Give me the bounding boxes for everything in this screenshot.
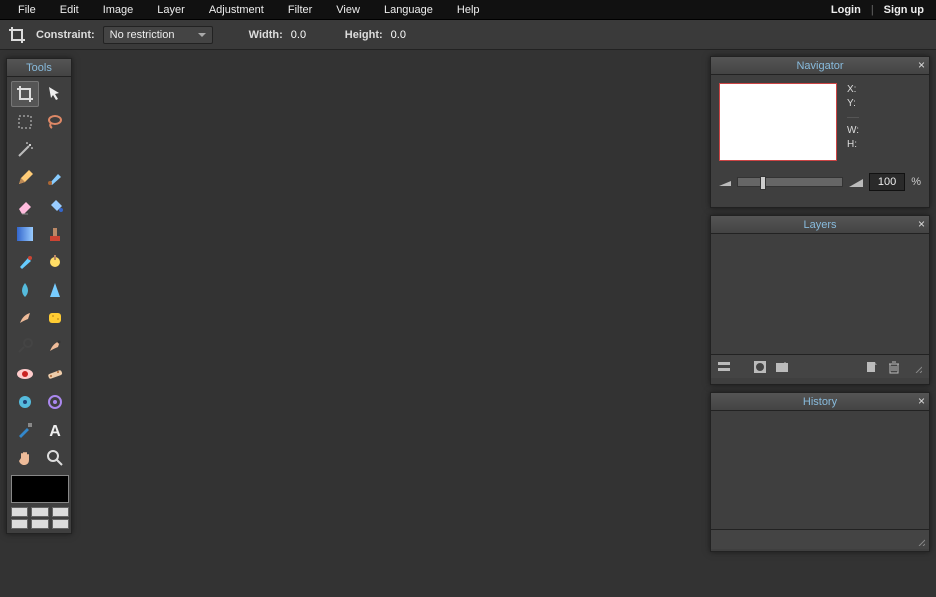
svg-text:A: A: [49, 423, 61, 438]
coord-y: Y:: [847, 97, 859, 111]
marquee-tool[interactable]: [11, 109, 39, 135]
navigator-preview[interactable]: [719, 83, 837, 161]
pencil-tool[interactable]: [11, 165, 39, 191]
wand-tool[interactable]: [11, 137, 39, 163]
swatch-row-1: [11, 507, 69, 517]
swatch[interactable]: [52, 507, 69, 517]
swatch[interactable]: [11, 507, 28, 517]
foreground-color[interactable]: [11, 475, 69, 503]
navigator-coords: X: Y: W: H:: [847, 83, 859, 161]
clone-stamp-tool[interactable]: [41, 221, 69, 247]
menu-layer[interactable]: Layer: [145, 1, 197, 19]
history-header[interactable]: History ×: [711, 393, 929, 411]
burn-tool[interactable]: [41, 333, 69, 359]
zoom-value[interactable]: 100: [869, 173, 905, 191]
layer-settings-icon[interactable]: [715, 358, 733, 376]
lasso-tool[interactable]: [41, 109, 69, 135]
drawing-tool[interactable]: [41, 249, 69, 275]
new-layer-icon[interactable]: [863, 358, 881, 376]
close-icon[interactable]: ×: [918, 218, 925, 230]
close-icon[interactable]: ×: [918, 395, 925, 407]
move-tool[interactable]: [41, 81, 69, 107]
navigator-title: Navigator: [796, 60, 843, 72]
color-replace-tool[interactable]: [11, 249, 39, 275]
blur-tool[interactable]: [11, 277, 39, 303]
layers-header[interactable]: Layers ×: [711, 216, 929, 234]
dodge-tool[interactable]: [11, 333, 39, 359]
smudge-tool[interactable]: [11, 305, 39, 331]
type-tool[interactable]: A: [41, 417, 69, 443]
history-list[interactable]: [711, 411, 929, 529]
pinch-tool[interactable]: [41, 389, 69, 415]
delete-layer-icon[interactable]: [885, 358, 903, 376]
bucket-tool[interactable]: [41, 193, 69, 219]
menu-file[interactable]: File: [6, 1, 48, 19]
layers-title: Layers: [803, 219, 836, 231]
zoom-pct: %: [911, 176, 921, 188]
width-value[interactable]: 0.0: [291, 29, 317, 41]
hand-tool[interactable]: [11, 445, 39, 471]
layers-resize-icon[interactable]: [907, 358, 925, 376]
menu-edit[interactable]: Edit: [48, 1, 91, 19]
spot-heal-tool[interactable]: [41, 361, 69, 387]
sharpen-tool[interactable]: [41, 277, 69, 303]
close-icon[interactable]: ×: [918, 59, 925, 71]
options-bar: Constraint: No restriction Width: 0.0 He…: [0, 20, 936, 50]
swatch[interactable]: [11, 519, 28, 529]
navigator-header[interactable]: Navigator ×: [711, 57, 929, 75]
tools-title: Tools: [26, 62, 52, 74]
menu-filter[interactable]: Filter: [276, 1, 324, 19]
tools-header[interactable]: Tools: [7, 59, 71, 77]
menu-view[interactable]: View: [324, 1, 372, 19]
tools-panel: Tools A: [6, 58, 72, 534]
swatch-row-2: [11, 519, 69, 529]
layers-panel: Layers ×: [710, 215, 930, 385]
menu-image[interactable]: Image: [91, 1, 146, 19]
constraint-select[interactable]: No restriction: [103, 26, 213, 44]
menu-adjustment[interactable]: Adjustment: [197, 1, 276, 19]
swatch[interactable]: [52, 519, 69, 529]
redeye-tool[interactable]: [11, 361, 39, 387]
zoom-out-icon[interactable]: [719, 178, 731, 186]
colorpicker-tool[interactable]: [11, 417, 39, 443]
history-title: History: [803, 396, 837, 408]
swatch[interactable]: [31, 519, 48, 529]
gradient-tool[interactable]: [11, 221, 39, 247]
zoom-tool[interactable]: [41, 445, 69, 471]
brush-tool[interactable]: [41, 165, 69, 191]
width-label: Width:: [249, 29, 283, 41]
crop-icon: [6, 24, 28, 46]
auth-separator: |: [867, 4, 878, 16]
layer-mask-icon[interactable]: [751, 358, 769, 376]
crop-tool[interactable]: [11, 81, 39, 107]
height-value[interactable]: 0.0: [391, 29, 417, 41]
layer-styles-icon[interactable]: [773, 358, 791, 376]
signup-link[interactable]: Sign up: [878, 1, 930, 19]
sponge-tool[interactable]: [41, 305, 69, 331]
coord-h: H:: [847, 138, 859, 152]
menu-bar: File Edit Image Layer Adjustment Filter …: [0, 0, 936, 20]
bloat-tool[interactable]: [11, 389, 39, 415]
zoom-in-icon[interactable]: [849, 177, 863, 187]
login-link[interactable]: Login: [825, 1, 867, 19]
navigator-panel: Navigator × X: Y: W: H: 100 %: [710, 56, 930, 208]
coord-x: X:: [847, 83, 859, 97]
history-panel: History ×: [710, 392, 930, 552]
menu-language[interactable]: Language: [372, 1, 445, 19]
constraint-label: Constraint:: [36, 29, 95, 41]
eraser-tool[interactable]: [11, 193, 39, 219]
zoom-slider[interactable]: [737, 177, 843, 187]
layers-list[interactable]: [711, 234, 929, 354]
coord-w: W:: [847, 124, 859, 138]
menu-help[interactable]: Help: [445, 1, 492, 19]
height-label: Height:: [345, 29, 383, 41]
history-resize-icon[interactable]: [913, 534, 925, 546]
swatch[interactable]: [31, 507, 48, 517]
